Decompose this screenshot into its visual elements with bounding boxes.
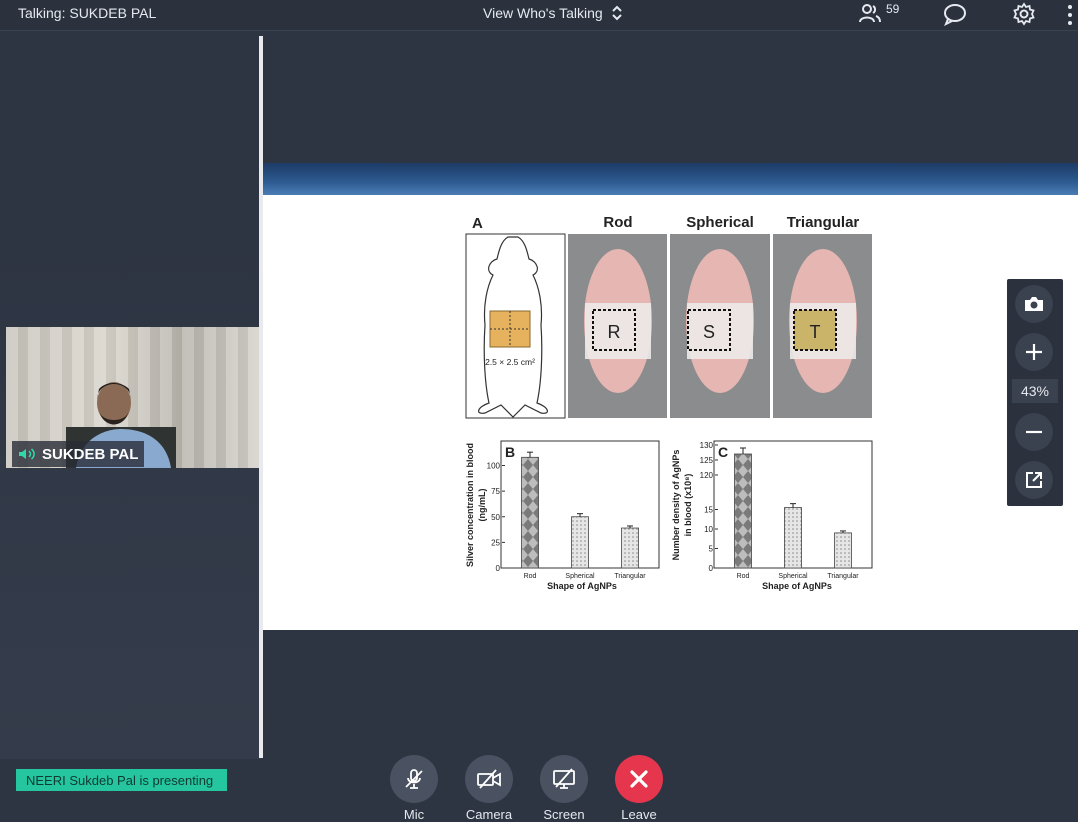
chart-c-ytick-label: 130 — [700, 441, 714, 450]
presenting-banner: NEERI Sukdeb Pal is presenting — [16, 769, 228, 791]
chart-b-category-label: Rod — [524, 573, 537, 580]
chart-b-bar — [621, 527, 639, 569]
camera-snapshot-icon — [1025, 297, 1043, 311]
talking-indicator: Talking: SUKDEB PAL — [18, 5, 157, 21]
chart-b: B Silver concentration in blood (ng/mL) … — [465, 440, 660, 591]
column-label-triangular: Triangular — [787, 214, 860, 231]
photo-rod: R — [568, 234, 667, 418]
shared-slide: A Rod Spherical Triangular 2.5 × 2.5 cm²… — [263, 195, 1078, 630]
close-icon — [630, 770, 648, 788]
chart-b-ytick-label: 100 — [487, 462, 501, 471]
patch-label-r: R — [608, 322, 621, 342]
column-label-rod: Rod — [603, 214, 632, 231]
mic-muted-icon — [405, 769, 423, 789]
chart-b-ytick-label: 75 — [491, 487, 500, 496]
snapshot-button[interactable] — [1015, 285, 1053, 323]
zoom-out-button[interactable] — [1015, 413, 1053, 451]
patch-label-t: T — [810, 322, 821, 342]
screen-share-button[interactable]: Screen — [529, 755, 599, 822]
zoom-controls: 43% — [1007, 279, 1063, 506]
view-label: View Who's Talking — [483, 5, 603, 21]
mouse-diagram: 2.5 × 2.5 cm² — [465, 233, 566, 419]
screen-label: Screen — [543, 807, 585, 822]
photo-spherical: S — [670, 234, 770, 418]
camera-button[interactable]: Camera — [454, 755, 524, 822]
chart-b-ylabel-1: Silver concentration in blood — [465, 443, 475, 567]
minus-icon — [1026, 430, 1042, 434]
chevron-updown-icon — [611, 5, 622, 21]
people-icon — [859, 4, 881, 23]
slide-header-band — [263, 163, 1078, 195]
chart-b-xlabel: Shape of AgNPs — [547, 581, 617, 591]
chart-c-ylabel-2: in blood (x10⁸) — [683, 474, 693, 537]
external-link-icon — [1026, 472, 1042, 488]
leave-button[interactable]: Leave — [604, 755, 674, 822]
chart-c-ylabel-1: Number density of AgNPs — [671, 450, 681, 561]
pop-out-button[interactable] — [1015, 461, 1053, 499]
chart-c-ytick-label: 15 — [704, 506, 713, 515]
chart-c-category-label: Spherical — [778, 573, 808, 580]
zoom-in-button[interactable] — [1015, 333, 1053, 371]
chart-c-ytick-label: 120 — [700, 471, 714, 480]
chart-b-label: B — [505, 444, 515, 460]
mic-button[interactable]: Mic — [379, 755, 449, 822]
participant-name-tag: SUKDEB PAL — [12, 441, 145, 467]
plus-icon — [1026, 344, 1042, 360]
chart-b-bar — [521, 456, 539, 569]
chart-c-ytick-label: 0 — [709, 564, 714, 573]
zoom-level: 43% — [1012, 379, 1058, 403]
camera-off-icon — [477, 769, 501, 789]
top-bar: Talking: SUKDEB PAL View Who's Talking 5… — [0, 0, 1078, 31]
mic-label: Mic — [403, 807, 425, 822]
patch-size-label: 2.5 × 2.5 cm² — [485, 357, 535, 367]
patch-label-s: S — [703, 322, 715, 342]
screen-circle[interactable] — [540, 755, 588, 803]
chart-b-ytick-label: 50 — [491, 513, 500, 522]
settings-button[interactable] — [1012, 2, 1036, 31]
speaker-audio-icon — [19, 448, 35, 460]
slide-figure: A Rod Spherical Triangular 2.5 × 2.5 cm²… — [465, 214, 873, 591]
chart-c-label: C — [718, 444, 728, 460]
camera-label: Camera — [465, 807, 513, 822]
chat-icon — [944, 4, 966, 27]
participant-name: SUKDEB PAL — [42, 445, 139, 463]
chart-b-ytick-label: 25 — [491, 538, 500, 547]
chart-b-category-label: Spherical — [565, 573, 595, 580]
photo-triangular: T — [773, 234, 872, 418]
chart-c: C Number density of AgNPs in blood (x10⁸… — [671, 440, 873, 591]
more-menu-button[interactable] — [1066, 4, 1074, 31]
chart-b-ytick-label: 0 — [496, 564, 501, 573]
video-tile[interactable]: SUKDEB PAL — [6, 327, 259, 468]
screen-share-off-icon — [553, 768, 575, 789]
chart-c-ytick-label: 5 — [709, 545, 714, 554]
chart-c-xlabel: Shape of AgNPs — [762, 581, 832, 591]
view-whos-talking-toggle[interactable]: View Who's Talking — [483, 4, 623, 22]
chart-c-category-label: Rod — [737, 573, 750, 580]
gear-icon — [1013, 2, 1035, 26]
leave-label: Leave — [621, 807, 657, 822]
chart-c-bar — [784, 507, 802, 569]
chart-c-bar — [734, 453, 752, 569]
chat-button[interactable] — [942, 2, 968, 31]
participants-button[interactable]: 59 — [858, 2, 899, 24]
chart-b-bar — [571, 516, 589, 569]
chart-c-bar — [834, 532, 852, 569]
chart-c-ytick-label: 10 — [704, 525, 713, 534]
camera-circle[interactable] — [465, 755, 513, 803]
leave-circle[interactable] — [615, 755, 663, 803]
chart-c-ytick-label: 125 — [700, 456, 714, 465]
panel-a-label: A — [472, 215, 483, 232]
chart-b-category-label: Triangular — [614, 573, 646, 580]
more-vertical-icon — [1068, 5, 1072, 25]
participant-count: 59 — [886, 2, 900, 16]
chart-b-ylabel-2: (ng/mL) — [477, 489, 487, 522]
chart-c-category-label: Triangular — [827, 573, 859, 580]
column-label-spherical: Spherical — [686, 214, 754, 231]
mic-circle[interactable] — [390, 755, 438, 803]
